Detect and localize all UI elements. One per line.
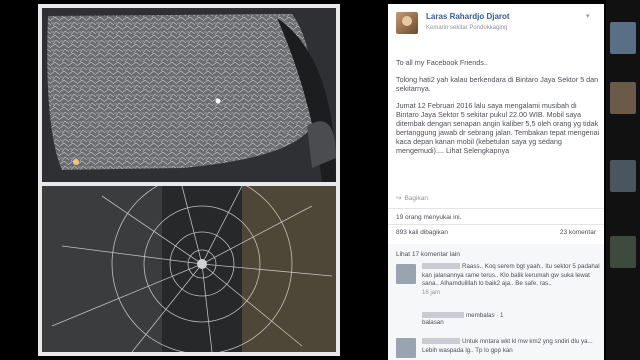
facebook-post: Laras Rahardjo Djarot Kemarin sekitar Po… bbox=[388, 4, 604, 360]
thumbnail[interactable] bbox=[610, 82, 636, 114]
replies-link[interactable]: membalas · 1 balasan bbox=[422, 312, 598, 326]
see-more-link[interactable]: Lihat Selengkapnya bbox=[446, 146, 509, 155]
stats-row: 893 kali dibagikan 23 komentar bbox=[396, 229, 596, 236]
post-location[interactable]: Kemarin sekitar Pondokkaging bbox=[426, 25, 507, 31]
view-more-comments-link[interactable]: Lihat 17 komentar lain bbox=[396, 251, 460, 258]
replies-prefix: membalas · 1 bbox=[466, 312, 504, 319]
share-button[interactable]: ↪ Bagikan bbox=[396, 194, 428, 202]
commenter-name-blurred[interactable] bbox=[422, 263, 460, 270]
divider bbox=[388, 224, 604, 225]
comments-count[interactable]: 23 komentar bbox=[560, 229, 596, 236]
comment: Raass.. Koq serem bgt yaah.. Itu sektor … bbox=[422, 263, 600, 297]
shattered-window-photo[interactable] bbox=[42, 8, 336, 182]
divider bbox=[388, 208, 604, 209]
author-name[interactable]: Laras Rahardjo Djarot bbox=[426, 12, 510, 21]
shattered-window-image bbox=[42, 8, 336, 182]
post-paragraph-1: Tolong hati2 yah kalau berkendara di Bin… bbox=[396, 75, 599, 93]
commenter-avatar[interactable] bbox=[396, 338, 416, 358]
commenter-name-blurred[interactable] bbox=[422, 338, 460, 345]
share-icon: ↪ bbox=[396, 195, 402, 202]
bullet-hole-glass-photo[interactable] bbox=[42, 186, 336, 352]
post-header: Laras Rahardjo Djarot Kemarin sekitar Po… bbox=[388, 4, 604, 48]
replies-suffix: balasan bbox=[422, 319, 444, 326]
photo-collage bbox=[38, 4, 340, 356]
share-label: Bagikan bbox=[404, 195, 428, 202]
post-body: To all my Facebook Friends.. Tolong hati… bbox=[396, 58, 600, 163]
comment: Untuk mntara wkt kl mw km2 yng sndiri dl… bbox=[422, 338, 600, 355]
post-greeting: To all my Facebook Friends.. bbox=[396, 58, 488, 67]
thumbnail[interactable] bbox=[610, 236, 636, 268]
commenter-avatar[interactable] bbox=[396, 264, 416, 284]
side-thumbnail-strip bbox=[606, 0, 640, 360]
thumbnail[interactable] bbox=[610, 160, 636, 192]
shares-count[interactable]: 893 kali dibagikan bbox=[396, 229, 448, 236]
replier-name-blurred bbox=[422, 312, 464, 319]
likes-count[interactable]: 19 orang menyukai ini. bbox=[396, 214, 461, 221]
author-avatar[interactable] bbox=[396, 12, 418, 34]
chevron-down-icon[interactable]: ▾ bbox=[586, 12, 590, 20]
bullet-hole-glass-image bbox=[42, 186, 336, 352]
comments-section: Lihat 17 komentar lain Raass.. Koq serem… bbox=[388, 244, 604, 360]
post-paragraph-2: Jumat 12 Februari 2016 lalu saya mengala… bbox=[396, 101, 600, 155]
comment-time[interactable]: 16 jam bbox=[422, 290, 440, 296]
thumbnail[interactable] bbox=[610, 22, 636, 54]
